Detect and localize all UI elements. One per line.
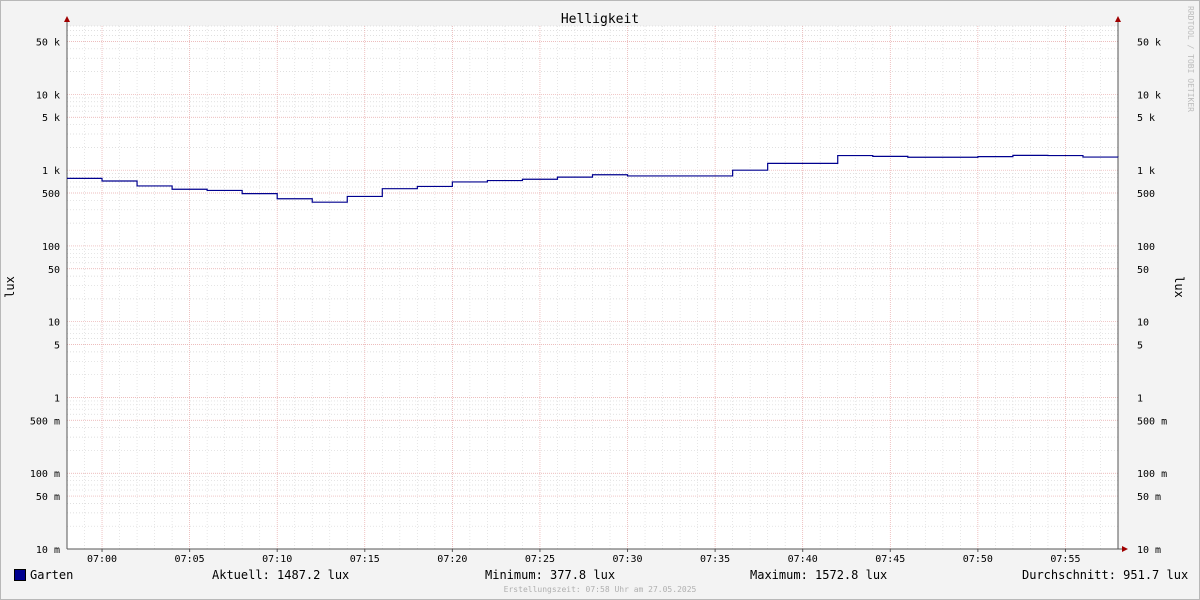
y-tick-label-right: 5 [1137,341,1143,352]
y-tick-label-left: 100 [42,242,60,253]
y-tick-label-right: 100 m [1137,469,1167,480]
x-axis-arrow [1122,546,1128,552]
y-tick-label-left: 1 [54,393,60,404]
x-tick-label: 07:40 [788,554,818,565]
y-tick-label-right: 50 k [1137,37,1161,48]
y-tick-label-right: 5 k [1137,113,1155,124]
y-tick-label-right: 50 m [1137,492,1161,503]
y-tick-label-right: 500 m [1137,416,1167,427]
y-tick-label-left: 10 k [36,90,60,101]
y-tick-label-right: 10 k [1137,90,1161,101]
watermark: RRDTOOL / TOBI OETIKER [1186,6,1195,112]
y-tick-label-left: 5 k [42,113,60,124]
stat-current: Aktuell: 1487.2 lux [212,568,350,582]
grid [66,25,1119,550]
y-tick-label-left: 500 [42,189,60,200]
y-tick-label-left: 50 m [36,492,60,503]
x-tick-label: 07:35 [700,554,730,565]
x-tick-label: 07:15 [350,554,380,565]
y-tick-label-left: 5 [54,341,60,352]
stat-average: Durchschnitt: 951.7 lux [1022,568,1189,582]
x-tick-label: 07:10 [262,554,292,565]
x-tick-label: 07:20 [437,554,467,565]
legend-swatch [14,569,26,581]
y-tick-label-right: 10 m [1137,545,1161,556]
y-tick-label-left: 50 [48,265,60,276]
x-tick-label: 07:05 [175,554,205,565]
y-tick-label-left: 1 k [42,166,60,177]
y-tick-label-right: 1 k [1137,166,1155,177]
y-tick-label-left: 500 m [30,416,60,427]
y-tick-label-right: 1 [1137,393,1143,404]
x-tick-label: 07:00 [87,554,117,565]
y-axis-arrow-left [64,16,70,22]
x-tick-label: 07:30 [612,554,642,565]
x-tick-label: 07:55 [1050,554,1080,565]
chart-canvas: 50 k 50 k10 k 10 k5 k5 k1 k1 k500 500100 100… [3,12,1186,565]
legend-row: Garten Aktuell: 1487.2 lux Minimum: 377.… [0,566,1200,584]
y-tick-label-left: 100 m [30,469,60,480]
x-tick-label: 07:50 [963,554,993,565]
y-tick-label-right: 10 [1137,318,1149,329]
y-axis-label-left: lux [3,276,17,298]
y-tick-label-left: 10 [48,318,60,329]
x-tick-label: 07:25 [525,554,555,565]
y-tick-label-left: 10 m [36,545,60,556]
y-tick-label-left: 50 k [36,37,60,48]
y-axis-label-right: lux [1172,276,1186,298]
y-tick-label-right: 500 [1137,189,1155,200]
y-axis-arrow-right [1115,16,1121,22]
stat-maximum: Maximum: 1572.8 lux [750,568,888,582]
y-tick-label-right: 50 [1137,265,1149,276]
stat-minimum: Minimum: 377.8 lux [485,568,616,582]
creation-time: Erstellungszeit: 07:58 Uhr am 27.05.2025 [503,585,697,594]
x-tick-label: 07:45 [875,554,905,565]
y-tick-label-right: 100 [1137,242,1155,253]
chart-title: Helligkeit [561,12,639,27]
legend-label: Garten [30,568,74,582]
